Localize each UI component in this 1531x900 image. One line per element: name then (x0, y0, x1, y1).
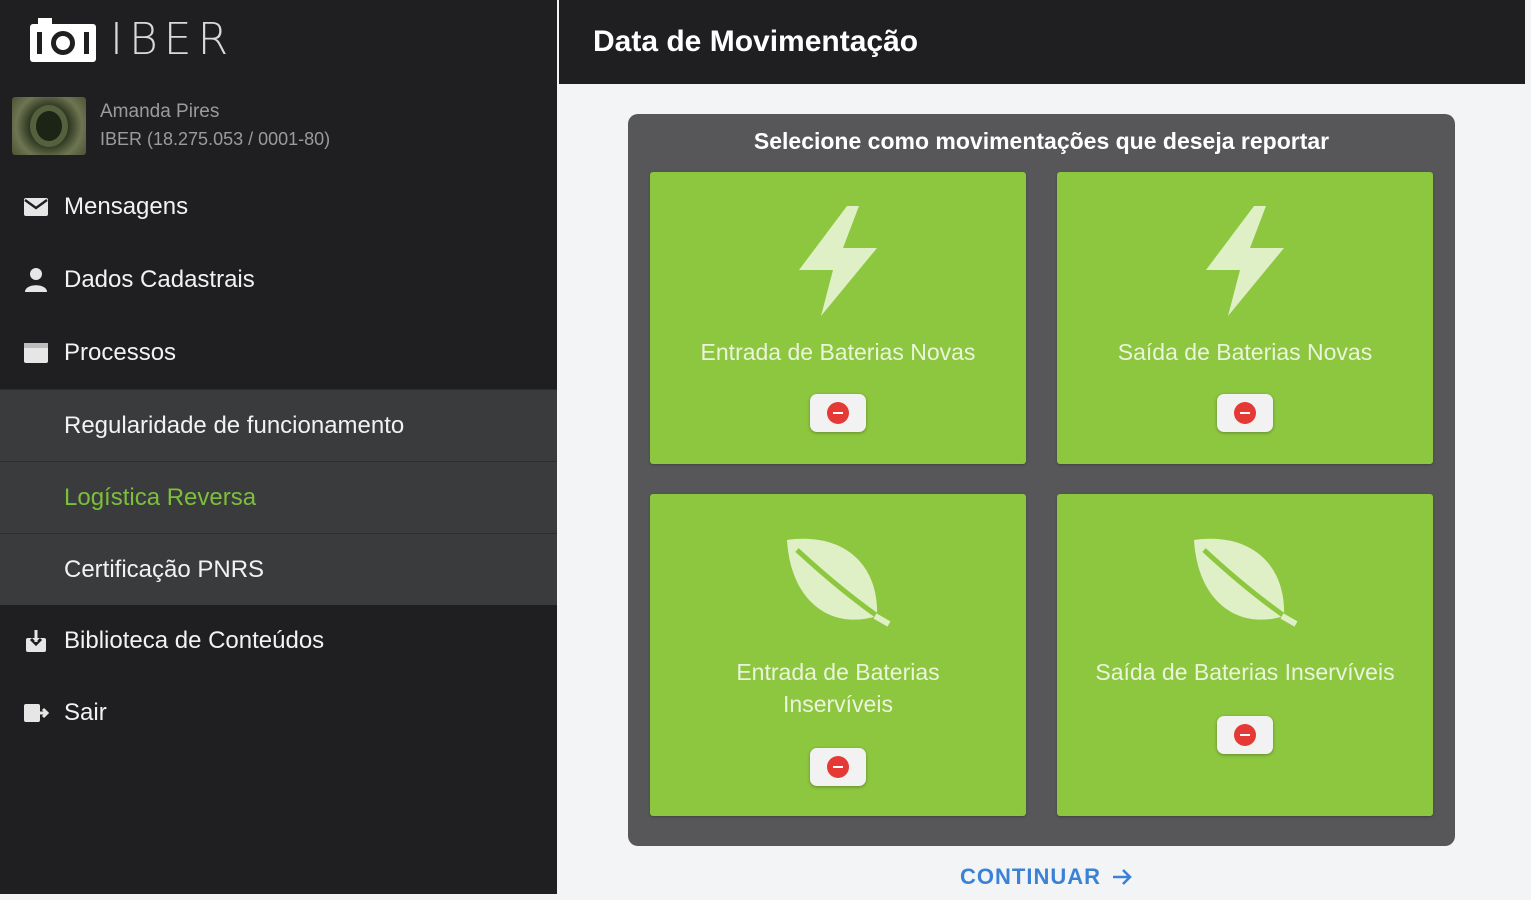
sidebar: IBER Amanda Pires IBER (18.275.053 / 000… (0, 0, 557, 894)
minus-circle-icon (827, 756, 849, 778)
toggle-button[interactable] (810, 394, 866, 432)
sidebar-subitem-regularidade[interactable]: Regularidade de funcionamento (0, 389, 557, 461)
continue-label: CONTINUAR (960, 864, 1101, 889)
user-profile: Amanda Pires IBER (18.275.053 / 0001-80) (12, 97, 330, 155)
camera-logo-icon (30, 18, 96, 62)
leaf-icon (787, 538, 891, 627)
toggle-button[interactable] (810, 748, 866, 786)
sidebar-subitem-logistica-reversa[interactable]: Logística Reversa (0, 461, 557, 533)
minus-circle-icon (1234, 724, 1256, 746)
brand-name: IBER (110, 14, 235, 65)
card-label: Saída de Baterias Inservíveis (1095, 659, 1395, 685)
person-icon (22, 266, 50, 294)
card-label: Entrada de Baterias Novas (700, 339, 976, 365)
continue-button[interactable]: CONTINUAR (960, 864, 1133, 890)
card-saida-baterias-novas[interactable]: Saída de Baterias Novas (1057, 172, 1433, 464)
card-saida-baterias-inserviveis[interactable]: Saída de Baterias Inservíveis (1057, 494, 1433, 816)
logout-icon (22, 699, 50, 727)
minus-circle-icon (1234, 402, 1256, 424)
arrow-right-icon (1113, 869, 1132, 885)
sidebar-item-sair[interactable]: Sair (0, 677, 557, 749)
sidebar-item-label: Mensagens (64, 192, 189, 220)
folder-icon (22, 339, 50, 367)
page-title: Data de Movimentação (593, 25, 919, 58)
user-organization: IBER (18.275.053 / 0001-80) (100, 129, 331, 149)
lightning-icon (1206, 206, 1284, 316)
movement-selection-panel: Selecione como movimentações que deseja … (628, 114, 1455, 846)
sidebar-item-dados-cadastrais[interactable]: Dados Cadastrais (0, 243, 557, 316)
user-name: Amanda Pires (100, 101, 220, 122)
sidebar-nav: Mensagens Dados Cadastrais Processos Reg… (0, 170, 557, 749)
sidebar-subitem-label: Certificação PNRS (64, 555, 265, 583)
card-label: Saída de Baterias Novas (1117, 339, 1373, 365)
card-entrada-baterias-novas[interactable]: Entrada de Baterias Novas (650, 172, 1026, 464)
sidebar-item-label: Sair (64, 699, 107, 726)
sidebar-subitem-label: Logística Reversa (64, 483, 257, 511)
leaf-icon (1194, 538, 1298, 627)
sidebar-item-label: Dados Cadastrais (64, 265, 255, 293)
panel-title: Selecione como movimentações que deseja … (753, 128, 1330, 154)
sidebar-item-biblioteca[interactable]: Biblioteca de Conteúdos (0, 605, 557, 677)
download-icon (22, 627, 50, 655)
minus-circle-icon (827, 402, 849, 424)
brand-logo[interactable]: IBER (28, 14, 234, 66)
card-label: Entrada de Baterias Inservíveis (670, 656, 1006, 720)
card-label-line: Inservíveis (783, 691, 893, 717)
sidebar-item-label: Biblioteca de Conteúdos (64, 627, 325, 654)
card-label-line: Entrada de Baterias (736, 659, 940, 685)
card-entrada-baterias-inserviveis[interactable]: Entrada de Baterias Inservíveis (650, 494, 1026, 816)
toggle-button[interactable] (1217, 394, 1273, 432)
sidebar-item-mensagens[interactable]: Mensagens (0, 170, 557, 243)
toggle-button[interactable] (1217, 716, 1273, 754)
sidebar-subitem-label: Regularidade de funcionamento (64, 411, 405, 439)
sidebar-item-label: Processos (64, 338, 177, 366)
lightning-icon (799, 206, 877, 316)
sidebar-item-processos[interactable]: Processos (0, 316, 557, 389)
envelope-icon (22, 193, 50, 221)
processos-submenu: Regularidade de funcionamento Logística … (0, 389, 557, 605)
page-header: Data de Movimentação (559, 0, 1525, 84)
sidebar-subitem-certificacao-pnrs[interactable]: Certificação PNRS (0, 533, 557, 605)
avatar (12, 97, 86, 155)
